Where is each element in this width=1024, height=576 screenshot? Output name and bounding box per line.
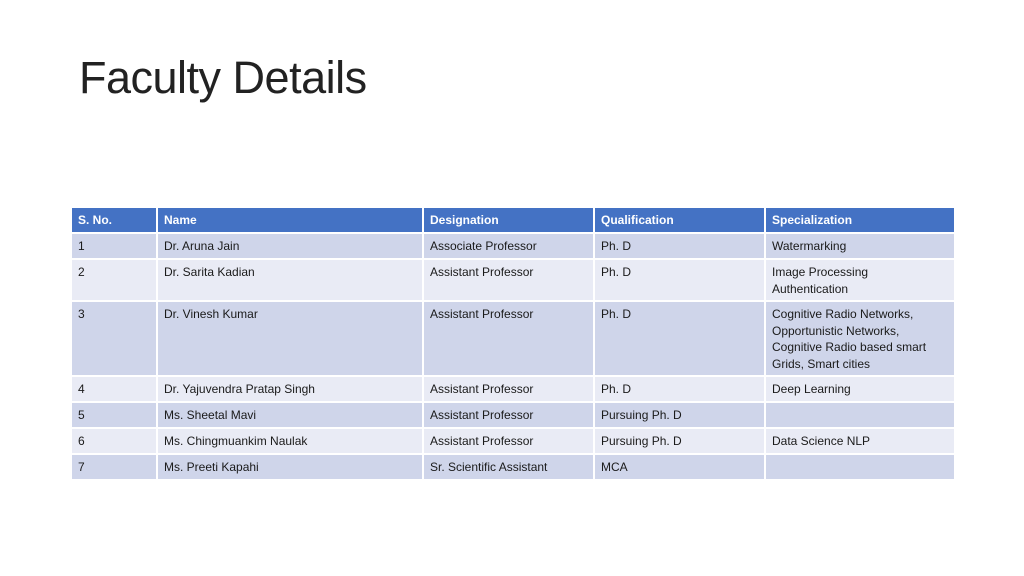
cell-qualification: Ph. D [593, 258, 766, 302]
cell-qualification: Ph. D [593, 232, 766, 260]
header-designation: Designation [422, 206, 595, 234]
cell-designation: Assistant Professor [422, 258, 595, 302]
table-row: 2 Dr. Sarita Kadian Assistant Professor … [70, 258, 956, 302]
cell-sno: 6 [70, 427, 158, 455]
header-sno: S. No. [70, 206, 158, 234]
table-row: 7 Ms. Preeti Kapahi Sr. Scientific Assis… [70, 453, 956, 481]
header-specialization: Specialization [764, 206, 956, 234]
cell-sno: 2 [70, 258, 158, 302]
cell-specialization [764, 453, 956, 481]
cell-designation: Assistant Professor [422, 300, 595, 377]
cell-specialization: Data Science NLP [764, 427, 956, 455]
cell-sno: 1 [70, 232, 158, 260]
table-row: 3 Dr. Vinesh Kumar Assistant Professor P… [70, 300, 956, 377]
cell-specialization: Image Processing Authentication [764, 258, 956, 302]
cell-specialization [764, 401, 956, 429]
specialization-line: Data Science NLP [772, 434, 871, 448]
slide-title: Faculty Details [79, 52, 367, 103]
cell-designation: Sr. Scientific Assistant [422, 453, 595, 481]
cell-name: Dr. Yajuvendra Pratap Singh [156, 375, 424, 403]
cell-designation: Assistant Professor [422, 375, 595, 403]
cell-name: Ms. Preeti Kapahi [156, 453, 424, 481]
cell-designation: Assistant Professor [422, 427, 595, 455]
cell-qualification: Pursuing Ph. D [593, 401, 766, 429]
table-row: 6 Ms. Chingmuankim Naulak Assistant Prof… [70, 427, 956, 455]
cell-specialization: Deep Learning [764, 375, 956, 403]
specialization-line: Watermarking [772, 239, 847, 253]
specialization-line: Image Processing [772, 265, 869, 279]
cell-designation: Associate Professor [422, 232, 595, 260]
specialization-line: Opportunistic Networks, [772, 323, 900, 338]
cell-qualification: MCA [593, 453, 766, 481]
table-row: 1 Dr. Aruna Jain Associate Professor Ph.… [70, 232, 956, 260]
specialization-line: Cognitive Radio Networks, [772, 307, 914, 321]
cell-name: Ms. Sheetal Mavi [156, 401, 424, 429]
header-name: Name [156, 206, 424, 234]
cell-sno: 7 [70, 453, 158, 481]
specialization-line: Deep Learning [772, 382, 851, 396]
specialization-line: Cognitive Radio based smart [772, 340, 927, 354]
cell-name: Ms. Chingmuankim Naulak [156, 427, 424, 455]
cell-qualification: Pursuing Ph. D [593, 427, 766, 455]
cell-designation: Assistant Professor [422, 401, 595, 429]
cell-sno: 4 [70, 375, 158, 403]
cell-sno: 5 [70, 401, 158, 429]
cell-name: Dr. Vinesh Kumar [156, 300, 424, 377]
cell-qualification: Ph. D [593, 300, 766, 377]
cell-specialization: Cognitive Radio Networks, Opportunistic … [764, 300, 956, 377]
cell-name: Dr. Aruna Jain [156, 232, 424, 260]
specialization-line: Grids, Smart cities [772, 356, 871, 371]
cell-specialization: Watermarking [764, 232, 956, 260]
header-qualification: Qualification [593, 206, 766, 234]
faculty-table: S. No. Name Designation Qualification Sp… [70, 206, 956, 481]
table-row: 5 Ms. Sheetal Mavi Assistant Professor P… [70, 401, 956, 429]
specialization-line: Authentication [772, 281, 849, 296]
table-row: 4 Dr. Yajuvendra Pratap Singh Assistant … [70, 375, 956, 403]
cell-sno: 3 [70, 300, 158, 377]
table-header-row: S. No. Name Designation Qualification Sp… [70, 206, 956, 234]
cell-qualification: Ph. D [593, 375, 766, 403]
cell-name: Dr. Sarita Kadian [156, 258, 424, 302]
